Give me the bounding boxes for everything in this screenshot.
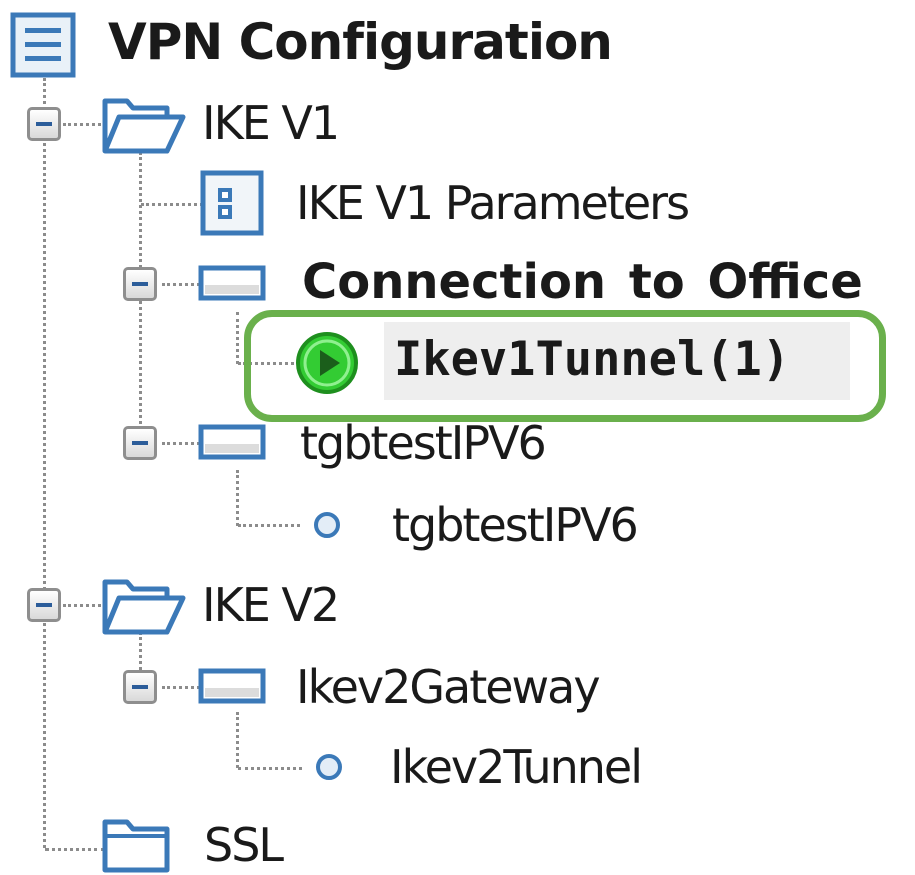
tree-connector	[236, 312, 239, 364]
tree-node-label: IKE V1	[202, 96, 340, 150]
list-document-icon	[10, 12, 76, 78]
collapse-toggle[interactable]	[123, 670, 157, 704]
tree-node-label: IKE V2	[202, 578, 340, 632]
folder-open-icon	[101, 576, 187, 636]
tree-connector	[162, 686, 200, 689]
tree-connector	[43, 78, 46, 848]
tree-node-label: Ikev2Tunnel	[390, 740, 643, 794]
tree-node-label: Connection to Office	[302, 254, 863, 310]
tree-connector	[162, 283, 200, 286]
tree-connector	[238, 767, 302, 770]
tree-node-label: Ikev2Gateway	[296, 660, 601, 714]
tree-connector	[45, 848, 105, 851]
tree-connector	[63, 123, 101, 126]
tunnel-inactive-icon	[312, 510, 342, 540]
gateway-icon	[198, 265, 266, 301]
gateway-icon	[198, 424, 266, 460]
tree-connector	[236, 712, 239, 768]
tree-node-label: tgbtestIPV6	[300, 416, 547, 470]
vpn-configuration-tree: VPN Configuration IKE V1 IKE V1 Paramete…	[0, 0, 915, 875]
collapse-toggle[interactable]	[27, 588, 61, 622]
folder-open-icon	[101, 95, 187, 155]
tree-node-label: tgbtestIPV6	[392, 498, 639, 552]
collapse-toggle[interactable]	[123, 426, 157, 460]
tree-root-label: VPN Configuration	[108, 13, 613, 71]
selection-highlight-box	[244, 310, 886, 422]
tree-node-label: SSL	[204, 818, 284, 872]
tree-connector	[236, 470, 239, 526]
folder-closed-icon	[101, 816, 171, 874]
tree-connector	[63, 604, 101, 607]
tree-connector	[141, 203, 203, 206]
parameters-icon	[200, 170, 264, 236]
gateway-icon	[198, 668, 266, 704]
collapse-toggle[interactable]	[27, 107, 61, 141]
tree-node-label: IKE V1 Parameters	[296, 176, 690, 230]
tunnel-inactive-icon	[314, 752, 344, 782]
tree-connector	[238, 524, 300, 527]
collapse-toggle[interactable]	[123, 267, 157, 301]
tree-connector	[162, 442, 200, 445]
